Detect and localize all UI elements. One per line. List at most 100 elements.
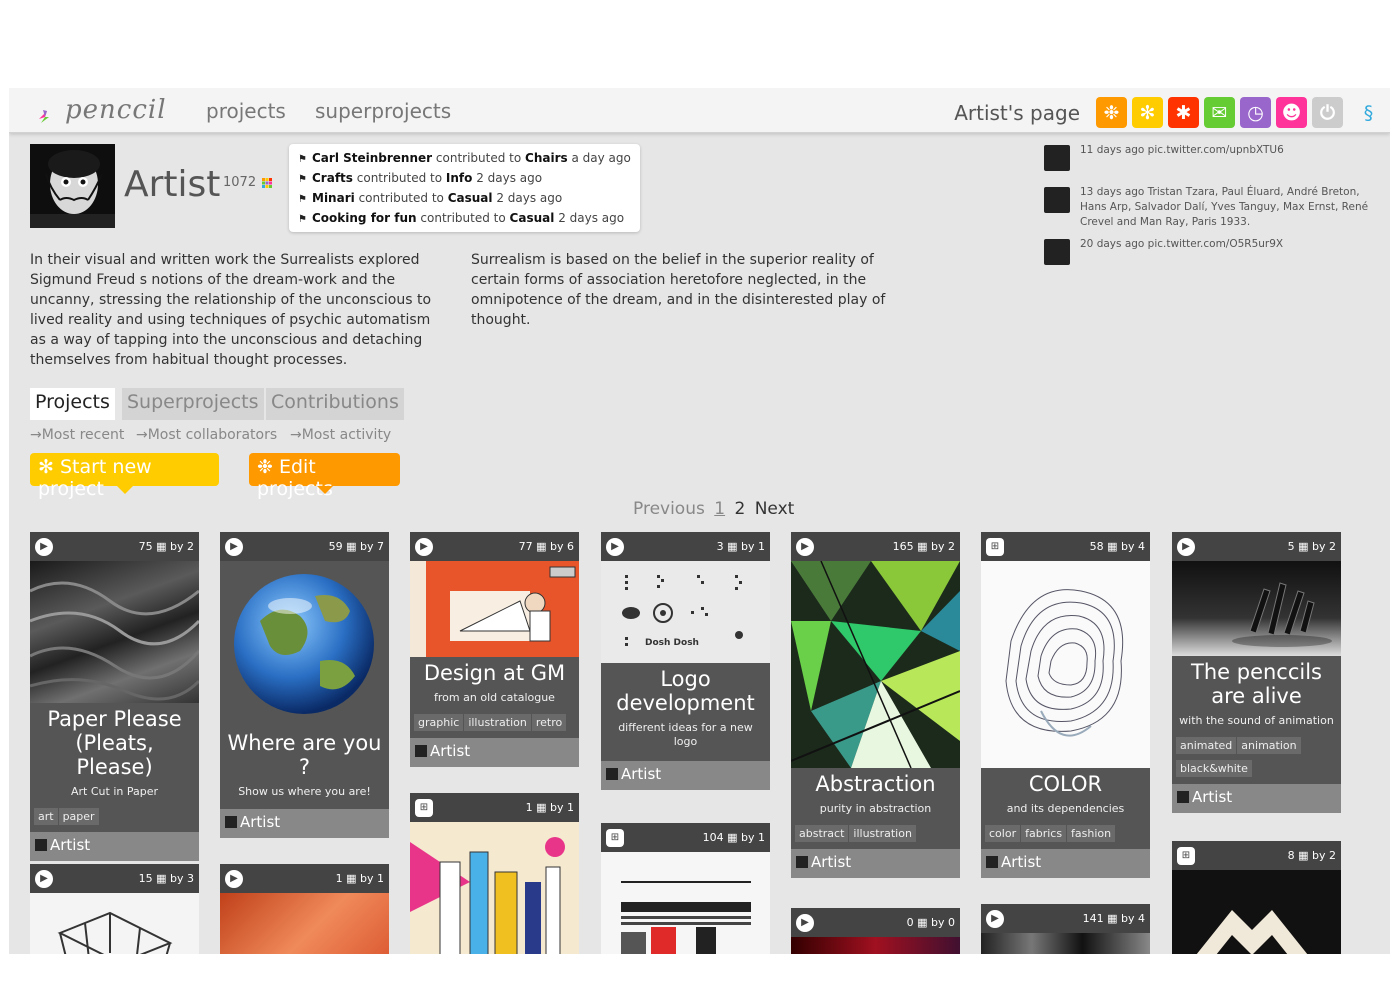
activity-item[interactable]: ⚑ Crafts contributed to Info 2 days ago <box>298 169 631 189</box>
clock-icon[interactable]: ◷ <box>1240 97 1271 128</box>
flag-icon: ⚑ <box>298 214 307 225</box>
activity-verb: contributed to <box>435 151 522 165</box>
pagination: Previous 1 2 Next <box>633 499 794 519</box>
tag[interactable]: fabrics <box>1021 825 1067 842</box>
activity-item[interactable]: ⚑ Minari contributed to Casual 2 days ago <box>298 189 631 209</box>
page-viewport: penccil projects superprojects Artist's … <box>9 88 1390 954</box>
tab-superprojects[interactable]: Superprojects <box>122 388 264 420</box>
activity-when: 2 days ago <box>496 191 563 205</box>
tag[interactable]: graphic <box>414 714 464 731</box>
tag[interactable]: art <box>34 808 58 825</box>
card-title: Where are you ? <box>227 731 382 779</box>
project-card[interactable]: ▶ 0 ▦ by 0 <box>791 908 960 954</box>
tag[interactable]: illustration <box>849 825 916 842</box>
activity-what: Casual <box>509 211 555 225</box>
play-icon: ▶ <box>35 537 53 556</box>
tag[interactable]: fashion <box>1067 825 1116 842</box>
card-author[interactable]: Artist <box>220 809 389 838</box>
start-new-project-button[interactable]: ✻ Start new project <box>30 453 219 500</box>
sort-most-activity[interactable]: →Most activity <box>290 427 391 443</box>
project-card[interactable]: ⊞ 8 ▦ by 2 <box>1172 841 1341 954</box>
card-author[interactable]: Artist <box>410 738 579 767</box>
tag[interactable]: retro <box>531 714 567 731</box>
project-card[interactable]: ▶ 141 ▦ by 4 <box>981 904 1150 954</box>
card-stats: 104 ▦ by 1 <box>702 831 765 844</box>
sort-most-collaborators[interactable]: →Most collaborators <box>136 427 277 443</box>
card-body: The penccils are alive with the sound of… <box>1172 656 1341 784</box>
author-icon <box>225 816 237 828</box>
tweet-avatar <box>1044 187 1070 213</box>
tweet-text[interactable]: 11 days ago pic.twitter.com/upnbXTU6 <box>1080 143 1370 158</box>
pager-page-1[interactable]: 1 <box>714 499 725 519</box>
artists-page-label[interactable]: Artist's page <box>954 101 1080 125</box>
card-author[interactable]: Artist <box>981 849 1150 878</box>
help-icon[interactable]: § <box>1353 97 1384 128</box>
user-icon[interactable]: ☻ <box>1276 97 1307 128</box>
activity-item[interactable]: ⚑ Carl Steinbrenner contributed to Chairs… <box>298 149 631 169</box>
artist-name: Artist <box>124 164 221 205</box>
card-image <box>410 561 579 657</box>
snowflake-yellow-icon[interactable]: ✻ <box>1132 97 1163 128</box>
project-card[interactable]: ▶ 5 ▦ by 2 The penccils are alive with t… <box>1172 532 1341 813</box>
power-icon[interactable]: ⏻ <box>1312 97 1343 128</box>
project-card[interactable]: ▶ 3 ▦ by 1 Dosh Dosh Logo development di… <box>601 532 770 790</box>
tag[interactable]: color <box>985 825 1021 842</box>
project-card[interactable]: ▶ 1 ▦ by 1 <box>220 864 389 954</box>
tag[interactable]: illustration <box>464 714 531 731</box>
card-author[interactable]: Artist <box>1172 784 1341 813</box>
edit-projects-button[interactable]: ❉ Edit projects <box>249 453 400 500</box>
card-image <box>791 937 960 954</box>
bio-right: Surrealism is based on the belief in the… <box>471 252 886 328</box>
project-card[interactable]: ▶ 75 ▦ by 2 Paper Please (Pleats, Please… <box>30 532 199 861</box>
project-card[interactable]: ⊞ 1 ▦ by 1 <box>410 793 579 954</box>
activity-when: 2 days ago <box>476 171 543 185</box>
project-card[interactable]: ▶ 59 ▦ by 7 Where are you ? Show us wher… <box>220 532 389 838</box>
tweet-text[interactable]: 20 days ago pic.twitter.com/O5R5ur9X <box>1080 237 1370 252</box>
tag[interactable]: black&white <box>1176 760 1252 777</box>
project-card[interactable]: ▶ 15 ▦ by 3 <box>30 864 199 954</box>
project-card[interactable]: ▶ 77 ▦ by 6 Design at GM from an old cat… <box>410 532 579 767</box>
card-header: ▶ 75 ▦ by 2 <box>30 532 199 561</box>
activity-item[interactable]: ⚑ Cooking for fun contributed to Casual 2… <box>298 209 631 229</box>
tag[interactable]: abstract <box>795 825 849 842</box>
pager-next[interactable]: Next <box>755 499 795 519</box>
card-stats: 15 ▦ by 3 <box>138 872 194 885</box>
penccil-logo-text: penccil <box>65 95 167 125</box>
card-author[interactable]: Artist <box>30 832 199 861</box>
tab-projects[interactable]: Projects <box>30 388 115 420</box>
flag-icon: ⚑ <box>298 194 307 205</box>
snowflake-red-icon[interactable]: ✱ <box>1168 97 1199 128</box>
card-stats: 1 ▦ by 1 <box>335 872 384 885</box>
card-author[interactable]: Artist <box>791 849 960 878</box>
card-image <box>981 561 1150 768</box>
tag[interactable]: animation <box>1237 737 1301 754</box>
tab-contributions[interactable]: Contributions <box>266 388 404 420</box>
card-header: ▶ 77 ▦ by 6 <box>410 532 579 561</box>
start-button-pointer <box>116 486 133 494</box>
project-card[interactable]: ▶ 165 ▦ by 2 Abstraction purity in abstr… <box>791 532 960 878</box>
pager-previous[interactable]: Previous <box>633 499 705 519</box>
card-header: ▶ 0 ▦ by 0 <box>791 908 960 937</box>
card-author[interactable]: Artist <box>601 761 770 790</box>
snowflake-orange-icon[interactable]: ❉ <box>1096 97 1127 128</box>
activity-who: Carl Steinbrenner <box>312 151 433 165</box>
card-image <box>1172 870 1341 954</box>
tweet-text[interactable]: 13 days ago Tristan Tzara, Paul Éluard, … <box>1080 185 1370 230</box>
card-stats: 141 ▦ by 4 <box>1082 912 1145 925</box>
activity-verb: contributed to <box>358 191 444 205</box>
card-header: ▶ 15 ▦ by 3 <box>30 864 199 893</box>
pager-page-2[interactable]: 2 <box>734 499 745 519</box>
card-subtitle: from an old catalogue <box>434 691 555 704</box>
tag[interactable]: paper <box>58 808 99 825</box>
nav-superprojects[interactable]: superprojects <box>315 99 451 123</box>
project-card[interactable]: ⊞ 58 ▦ by 4 COLOR and its dependencies c… <box>981 532 1150 878</box>
nav-projects[interactable]: projects <box>206 99 286 123</box>
author-icon <box>606 768 618 780</box>
activity-when: 2 days ago <box>558 211 625 225</box>
tag[interactable]: animated <box>1176 737 1237 754</box>
penccil-logo[interactable]: penccil <box>37 95 177 127</box>
mail-icon[interactable]: ✉ <box>1204 97 1235 128</box>
sort-most-recent[interactable]: →Most recent <box>30 427 124 443</box>
card-body: Where are you ? Show us where you are! <box>220 727 389 809</box>
project-card[interactable]: ⊞ 104 ▦ by 1 <box>601 823 770 954</box>
